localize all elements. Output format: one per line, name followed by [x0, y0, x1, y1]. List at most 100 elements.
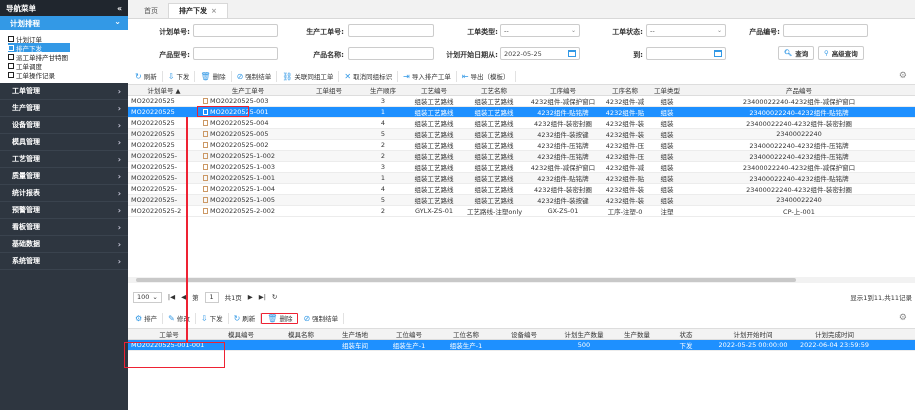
cell-text: 组装工艺路线	[414, 120, 454, 128]
column-header[interactable]: 计划生产数量	[554, 329, 614, 339]
column-header[interactable]: 模具编号	[210, 329, 272, 339]
horizontal-scrollbar[interactable]	[128, 277, 915, 283]
page-input[interactable]: 1	[204, 291, 219, 303]
refresh-icon[interactable]: ↻	[272, 293, 277, 301]
dispatch-button[interactable]: ⇩ 下发	[163, 70, 196, 82]
plan-end-date-input[interactable]	[646, 47, 726, 60]
sidebar-item-plan-schedule[interactable]: 计划排程 ⌄	[0, 16, 128, 30]
table-row[interactable]: MO20220525- MO20220525-1-001 1 组装工艺路线 组装工艺路线…	[128, 173, 915, 184]
refresh-button[interactable]: ↻ 刷新	[229, 312, 262, 324]
cell-text: MO20220525	[131, 141, 175, 149]
column-header[interactable]: 设备编号	[494, 329, 554, 339]
column-header[interactable]: 模具名称	[272, 329, 330, 339]
column-header[interactable]: 计划完成时间	[794, 329, 875, 339]
page-size-select[interactable]: 100 ⌄	[133, 291, 162, 303]
link-group-button[interactable]: ⛓ 关联同组工单	[277, 70, 340, 82]
force-close-button[interactable]: ⊘ 强制结单	[298, 312, 345, 324]
table-row[interactable]: MO20220525- MO20220525-1-005 5 组装工艺路线 组装工艺路线…	[128, 195, 915, 206]
table-cell: 4232组件-贴	[602, 107, 648, 117]
scrollbar-thumb[interactable]	[136, 278, 796, 282]
product-no-input[interactable]	[783, 24, 868, 37]
column-header[interactable]: 工单类型	[648, 85, 686, 95]
schedule-button[interactable]: ⚙ 排产	[130, 312, 164, 324]
tab-home[interactable]: 首页	[134, 3, 168, 18]
close-icon[interactable]: ×	[211, 7, 217, 15]
sidebar-item-menu[interactable]: 预警管理 ›	[0, 202, 128, 219]
last-page-icon[interactable]: ▶|	[259, 293, 266, 301]
sidebar-item-menu[interactable]: 设备管理 ›	[0, 117, 128, 134]
process-type-select[interactable]: -- ⌄	[500, 24, 580, 37]
table-cell: 2022-05-25 00:00:00	[712, 341, 794, 349]
collapse-icon[interactable]: «	[117, 4, 122, 13]
import-button[interactable]: ⇥ 导入排产工单	[398, 70, 457, 82]
cell-text: MO20220525-1-001	[210, 174, 276, 182]
advanced-query-button[interactable]: ⚲ 高级查询	[818, 46, 864, 60]
sidebar-item-menu[interactable]: 工单管理 ›	[0, 83, 128, 100]
column-header[interactable]: 生产顺序	[362, 85, 404, 95]
sidebar-item-menu[interactable]: 系统管理 ›	[0, 253, 128, 270]
table-row[interactable]: MO20220525- MO20220525-1-003 3 组装工艺路线 组装工艺路线…	[128, 162, 915, 173]
delete-button[interactable]: 🗑 删除	[261, 312, 299, 324]
model-input[interactable]	[193, 47, 278, 60]
dispatch-button[interactable]: ⇩ 下发	[196, 312, 229, 324]
work-order-input[interactable]	[348, 24, 434, 37]
column-header[interactable]: 产品编号	[686, 85, 912, 95]
first-page-icon[interactable]: |◀	[168, 293, 175, 301]
export-button[interactable]: ⇤ 导出（模板）	[457, 70, 516, 82]
force-close-button[interactable]: ⊘ 强制结单	[232, 70, 278, 82]
table-row[interactable]: MO20220525 MO20220525-004 4 组装工艺路线 组装工艺路线 423…	[128, 118, 915, 129]
table-cell: MO20220525-2-002	[200, 207, 296, 215]
calendar-icon[interactable]	[568, 50, 576, 57]
status-label: 工单状态:	[612, 28, 643, 36]
edit-button[interactable]: ✎ 修改	[163, 312, 196, 324]
sidebar-item-menu[interactable]: 基础数据 ›	[0, 236, 128, 253]
column-header[interactable]: 工艺名称	[464, 85, 524, 95]
gear-icon[interactable]: ⚙	[899, 71, 907, 81]
column-header[interactable]: 计划单号 ▲	[128, 85, 200, 95]
sidebar-item-menu[interactable]: 质量管理 ›	[0, 168, 128, 185]
sidebar-item-menu[interactable]: 看板管理 ›	[0, 219, 128, 236]
query-button[interactable]: 🔍︎ 查询	[778, 46, 815, 60]
table-row[interactable]: MO20220525-001-001 组装车间 组装生产-1 组装生产-1 500 下发 2…	[128, 340, 915, 351]
column-header[interactable]: 生产数量	[614, 329, 660, 339]
status-select[interactable]: -- ⌄	[646, 24, 726, 37]
table-row[interactable]: MO20220525-2 MO20220525-2-002 2 GYLX-ZS-01 工…	[128, 206, 915, 217]
next-page-icon[interactable]: ▶	[248, 293, 253, 301]
delete-button[interactable]: 🗑 删除	[195, 70, 232, 82]
column-header[interactable]: 工序编号	[524, 85, 602, 95]
column-header[interactable]: 计划开始时间	[712, 329, 794, 339]
product-name-input[interactable]	[348, 47, 434, 60]
column-header[interactable]: 生产工单号	[200, 85, 296, 95]
column-header[interactable]: 工位编号	[380, 329, 438, 339]
sidebar-item-menu[interactable]: 统计报表 ›	[0, 185, 128, 202]
column-header[interactable]: 工艺编号	[404, 85, 464, 95]
table-row[interactable]: MO20220525- MO20220525-1-002 2 组装工艺路线 组装工艺路线…	[128, 151, 915, 162]
sidebar-item-menu[interactable]: 模具管理 ›	[0, 134, 128, 151]
column-header[interactable]: 生产场地	[330, 329, 380, 339]
tab-dispatch[interactable]: 排产下发 ×	[168, 3, 228, 18]
cell-text: 组装	[660, 98, 674, 106]
column-header[interactable]: 工位名称	[438, 329, 494, 339]
table-row[interactable]: MO20220525 MO20220525-005 5 组装工艺路线 组装工艺路线 423…	[128, 129, 915, 140]
submenu-order-log[interactable]: 工单操作记录	[8, 70, 128, 80]
refresh-button[interactable]: ↻ 刷新	[130, 70, 163, 82]
column-header[interactable]: 工单组号	[296, 85, 362, 95]
table-cell: 组装	[648, 162, 686, 172]
table-cell: MO20220525-1-004	[200, 185, 296, 193]
button-label: 强制结单	[312, 315, 339, 323]
calendar-icon[interactable]	[714, 50, 722, 57]
plan-start-date-input[interactable]: 2022-05-25	[500, 47, 580, 60]
sidebar-item-menu[interactable]: 工艺管理 ›	[0, 151, 128, 168]
sidebar-item-menu[interactable]: 生产管理 ›	[0, 100, 128, 117]
gear-icon[interactable]: ⚙	[899, 313, 907, 323]
table-cell: MO20220525-003	[200, 97, 296, 105]
table-row[interactable]: MO20220525- MO20220525-1-004 4 组装工艺路线 组装工艺路线…	[128, 184, 915, 195]
column-header[interactable]: 工序名称	[602, 85, 648, 95]
table-row[interactable]: MO20220525 MO20220525-002 2 组装工艺路线 组装工艺路线 423…	[128, 140, 915, 151]
table-cell: 3	[362, 97, 404, 105]
column-header[interactable]: 工单号	[128, 329, 210, 339]
table-cell: MO20220525	[128, 130, 200, 138]
column-header[interactable]: 状态	[660, 329, 712, 339]
cancel-group-button[interactable]: ✕ 取消同组标识	[339, 70, 399, 82]
plan-no-input[interactable]	[193, 24, 278, 37]
